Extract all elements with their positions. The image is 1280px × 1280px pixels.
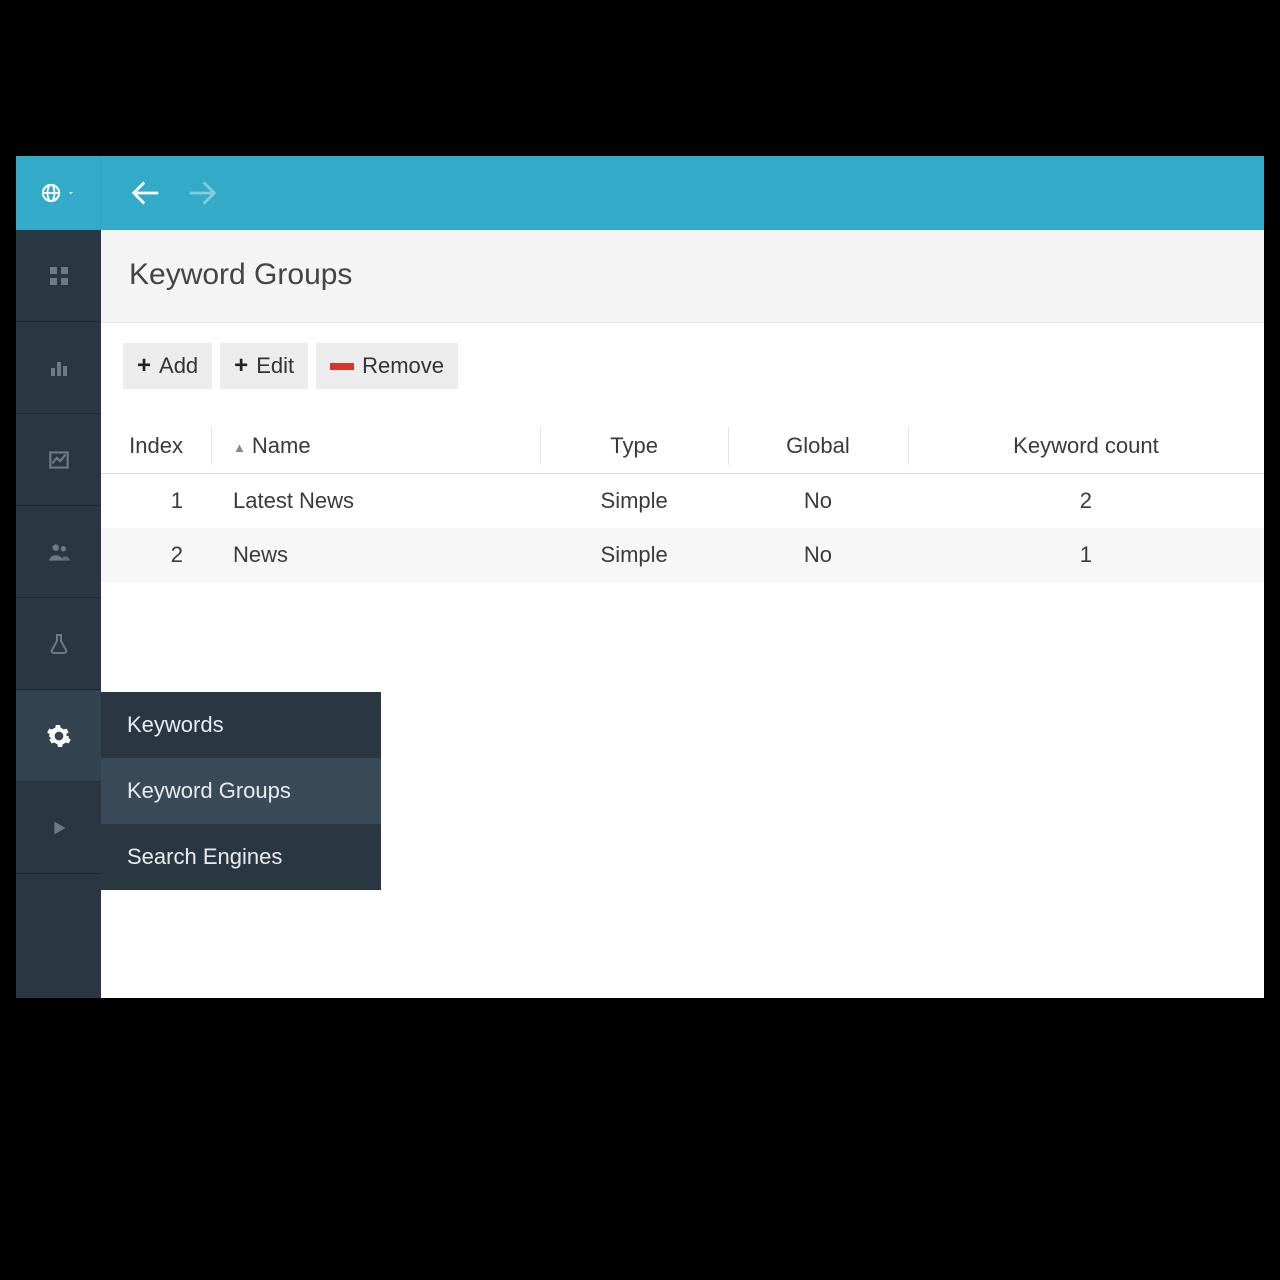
col-index[interactable]: Index	[101, 419, 211, 474]
back-button[interactable]	[125, 172, 167, 214]
forward-button[interactable]	[181, 172, 223, 214]
edit-button[interactable]: + Edit	[220, 343, 308, 389]
play-icon	[48, 817, 70, 839]
sidebar-item-settings[interactable]	[16, 690, 101, 782]
table-row[interactable]: 2 News Simple No 1	[101, 528, 1264, 582]
sidebar-item-trends[interactable]	[16, 414, 101, 506]
add-button[interactable]: + Add	[123, 343, 212, 389]
bars-icon	[47, 356, 71, 380]
page-title: Keyword Groups	[129, 258, 1236, 292]
col-type[interactable]: Type	[540, 419, 728, 474]
sort-asc-icon: ▲	[233, 440, 246, 455]
flask-icon	[47, 632, 71, 656]
keyword-groups-table: Index ▲Name Type Global Keyword count 1 …	[101, 419, 1264, 582]
chevron-down-icon	[66, 188, 76, 198]
col-count[interactable]: Keyword count	[908, 419, 1264, 474]
table-row[interactable]: 1 Latest News Simple No 2	[101, 474, 1264, 529]
linechart-icon	[46, 447, 72, 473]
settings-flyout: Keywords Keyword Groups Search Engines	[101, 692, 381, 890]
arrow-left-icon	[125, 172, 167, 214]
toolbar: + Add + Edit Remove	[101, 323, 1264, 399]
col-global[interactable]: Global	[728, 419, 908, 474]
flyout-item-search-engines[interactable]: Search Engines	[101, 824, 381, 890]
gear-icon	[46, 723, 72, 749]
arrow-right-icon	[181, 172, 223, 214]
sidebar-item-users[interactable]	[16, 506, 101, 598]
remove-button[interactable]: Remove	[316, 343, 458, 389]
flyout-item-keyword-groups[interactable]: Keyword Groups	[101, 758, 381, 824]
flyout-item-keywords[interactable]: Keywords	[101, 692, 381, 758]
minus-icon	[330, 363, 354, 370]
users-icon	[46, 539, 72, 565]
sidebar-item-dashboard[interactable]	[16, 230, 101, 322]
remove-button-label: Remove	[362, 353, 444, 379]
sidebar-item-stats[interactable]	[16, 322, 101, 414]
grid-icon	[47, 264, 71, 288]
site-selector[interactable]	[16, 156, 101, 230]
sidebar-item-run[interactable]	[16, 782, 101, 874]
plus-icon: +	[234, 354, 248, 378]
add-button-label: Add	[159, 353, 198, 379]
sidebar	[16, 230, 101, 998]
edit-button-label: Edit	[256, 353, 294, 379]
col-name[interactable]: ▲Name	[211, 419, 540, 474]
sidebar-item-lab[interactable]	[16, 598, 101, 690]
plus-icon: +	[137, 354, 151, 378]
globe-icon	[40, 182, 62, 204]
top-bar	[16, 156, 1264, 230]
